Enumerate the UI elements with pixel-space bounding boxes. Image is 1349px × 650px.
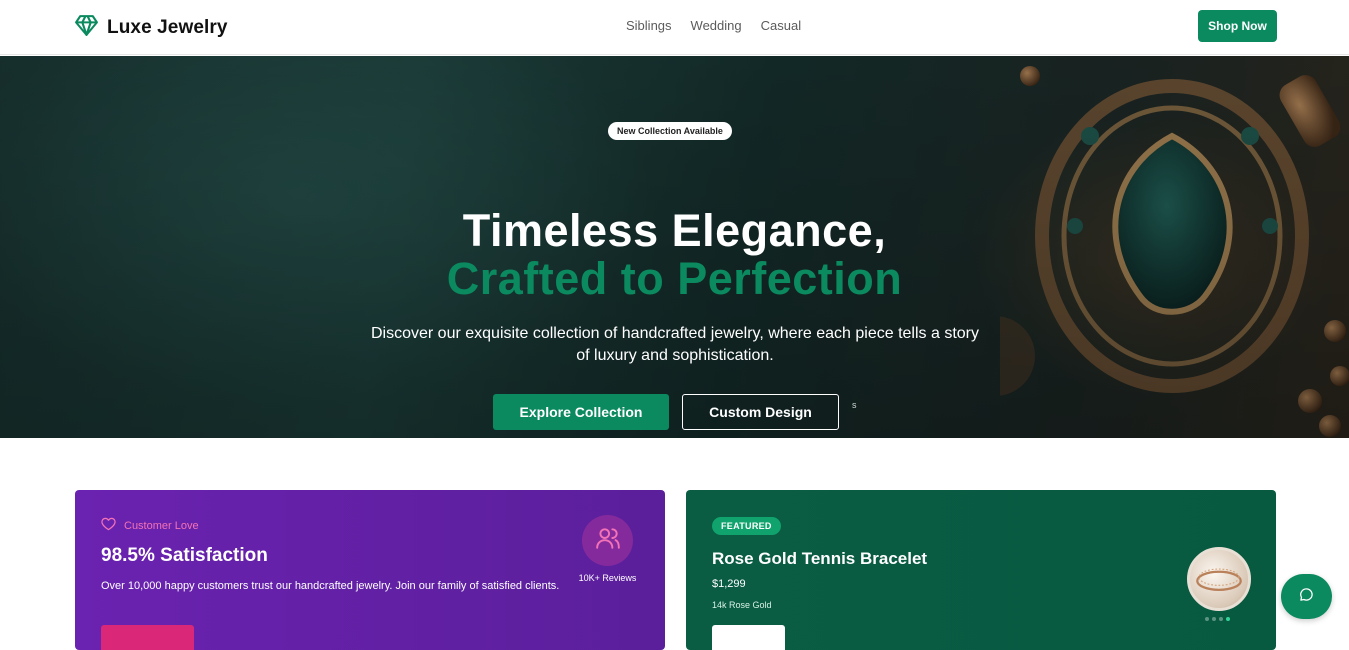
hero-section: New Collection Available Timeless Elegan… <box>0 56 1349 438</box>
customer-love-label: Customer Love <box>101 517 199 534</box>
carousel-dots <box>1205 617 1230 621</box>
carousel-dot[interactable] <box>1212 617 1216 621</box>
nav-link-casual[interactable]: Casual <box>761 18 801 33</box>
carousel-dot-active[interactable] <box>1226 617 1230 621</box>
featured-product-price: $1,299 <box>712 578 746 590</box>
users-icon-circle <box>582 515 633 566</box>
brand-name: Luxe Jewelry <box>107 17 228 38</box>
stray-text: s <box>852 400 857 410</box>
featured-badge: FEATURED <box>712 517 781 535</box>
nav-link-siblings[interactable]: Siblings <box>626 18 672 33</box>
featured-product-material: 14k Rose Gold <box>712 600 772 610</box>
new-collection-badge: New Collection Available <box>608 122 732 140</box>
featured-product-button[interactable] <box>712 625 785 650</box>
reviews-count: 10K+ Reviews <box>578 573 637 583</box>
hero-title-line1: Timeless Elegance, <box>462 205 887 256</box>
nav-links: Siblings Wedding Casual <box>626 18 801 33</box>
users-icon <box>595 525 621 556</box>
explore-collection-button[interactable]: Explore Collection <box>493 394 669 430</box>
customer-love-card: Customer Love 98.5% Satisfaction Over 10… <box>75 490 665 650</box>
nav-link-wedding[interactable]: Wedding <box>691 18 742 33</box>
custom-design-button[interactable]: Custom Design <box>682 394 839 430</box>
customer-love-text: Customer Love <box>124 519 199 532</box>
featured-product-card: FEATURED Rose Gold Tennis Bracelet $1,29… <box>686 490 1276 650</box>
gem-icon <box>74 13 99 43</box>
hero-title-line2: Crafted to Perfection <box>446 253 903 304</box>
heart-icon <box>101 517 116 534</box>
chat-icon <box>1299 587 1314 607</box>
satisfaction-description: Over 10,000 happy customers trust our ha… <box>101 580 560 592</box>
featured-product-title[interactable]: Rose Gold Tennis Bracelet <box>712 549 927 569</box>
satisfaction-title: 98.5% Satisfaction <box>101 545 268 566</box>
top-navbar: Luxe Jewelry Siblings Wedding Casual Sho… <box>0 0 1349 55</box>
carousel-dot[interactable] <box>1205 617 1209 621</box>
brand-logo[interactable]: Luxe Jewelry <box>74 13 228 43</box>
customer-love-button[interactable] <box>101 625 194 650</box>
shop-now-button[interactable]: Shop Now <box>1198 10 1277 42</box>
bracelet-image[interactable] <box>1187 547 1251 611</box>
chat-button[interactable] <box>1281 574 1332 619</box>
carousel-dot[interactable] <box>1219 617 1223 621</box>
hero-subtitle: Discover our exquisite collection of han… <box>371 325 979 364</box>
